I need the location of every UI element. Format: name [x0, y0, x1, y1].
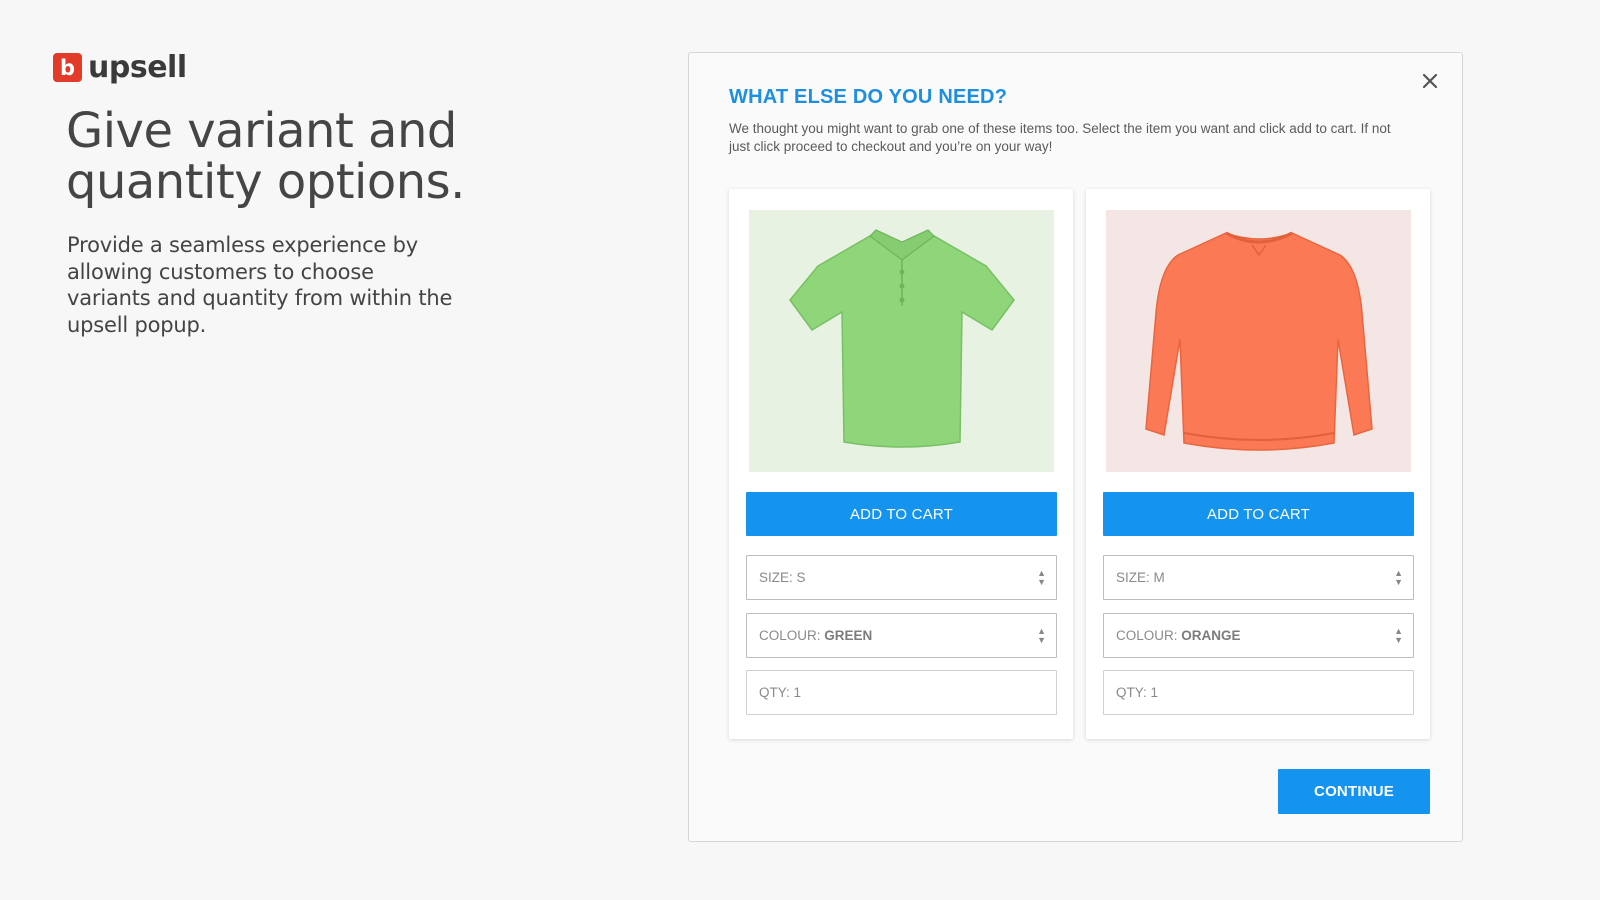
size-select[interactable]: SIZE: S ▲ ▼ — [746, 555, 1057, 600]
quantity-text: QTY: 1 — [1116, 685, 1159, 700]
select-arrows-icon: ▲ ▼ — [1394, 625, 1403, 645]
popup-description: We thought you might want to grab one of… — [729, 121, 1391, 154]
size-select-text: SIZE: S — [759, 570, 806, 585]
product-card: ADD TO CART SIZE: S ▲ ▼ COLOUR: GREEN ▲ ▼ … — [729, 189, 1073, 739]
hero-title: Give variant and quantity options. — [66, 106, 586, 208]
hero-title-line-2: quantity options. — [66, 154, 465, 210]
colour-select[interactable]: COLOUR: ORANGE ▲ ▼ — [1103, 613, 1414, 658]
add-to-cart-button[interactable]: ADD TO CART — [1103, 492, 1414, 536]
quantity-input[interactable]: QTY: 1 — [746, 670, 1057, 715]
add-to-cart-button[interactable]: ADD TO CART — [746, 492, 1057, 536]
colour-select-text: COLOUR: ORANGE — [1116, 628, 1241, 643]
polo-shirt-image[interactable] — [749, 210, 1054, 472]
upsell-popup: WHAT ELSE DO YOU NEED? We thought you mi… — [688, 52, 1463, 842]
select-arrows-icon: ▲ ▼ — [1037, 625, 1046, 645]
close-icon — [1422, 73, 1438, 89]
quantity-text: QTY: 1 — [759, 685, 802, 700]
quantity-input[interactable]: QTY: 1 — [1103, 670, 1414, 715]
hero-description: Provide a seamless experience by allowin… — [67, 233, 453, 337]
select-arrows-icon: ▲ ▼ — [1037, 567, 1046, 587]
select-arrows-icon: ▲ ▼ — [1394, 567, 1403, 587]
size-select-text: SIZE: M — [1116, 570, 1165, 585]
brand-name: upsell — [88, 50, 187, 85]
hero-title-line-1: Give variant and — [66, 103, 457, 159]
popup-title: WHAT ELSE DO YOU NEED? — [729, 86, 1008, 108]
logo-icon: b — [53, 53, 82, 82]
sweatshirt-image[interactable] — [1106, 210, 1411, 472]
continue-button[interactable]: CONTINUE — [1278, 769, 1430, 814]
sweatshirt-icon — [1144, 231, 1373, 451]
colour-select-text: COLOUR: GREEN — [759, 628, 873, 643]
brand-logo: b upsell — [53, 50, 187, 85]
size-select[interactable]: SIZE: M ▲ ▼ — [1103, 555, 1414, 600]
product-card: ADD TO CART SIZE: M ▲ ▼ COLOUR: ORANGE ▲ ▼… — [1086, 189, 1430, 739]
polo-shirt-icon — [788, 229, 1015, 448]
colour-select[interactable]: COLOUR: GREEN ▲ ▼ — [746, 613, 1057, 658]
close-button[interactable] — [1416, 67, 1444, 95]
